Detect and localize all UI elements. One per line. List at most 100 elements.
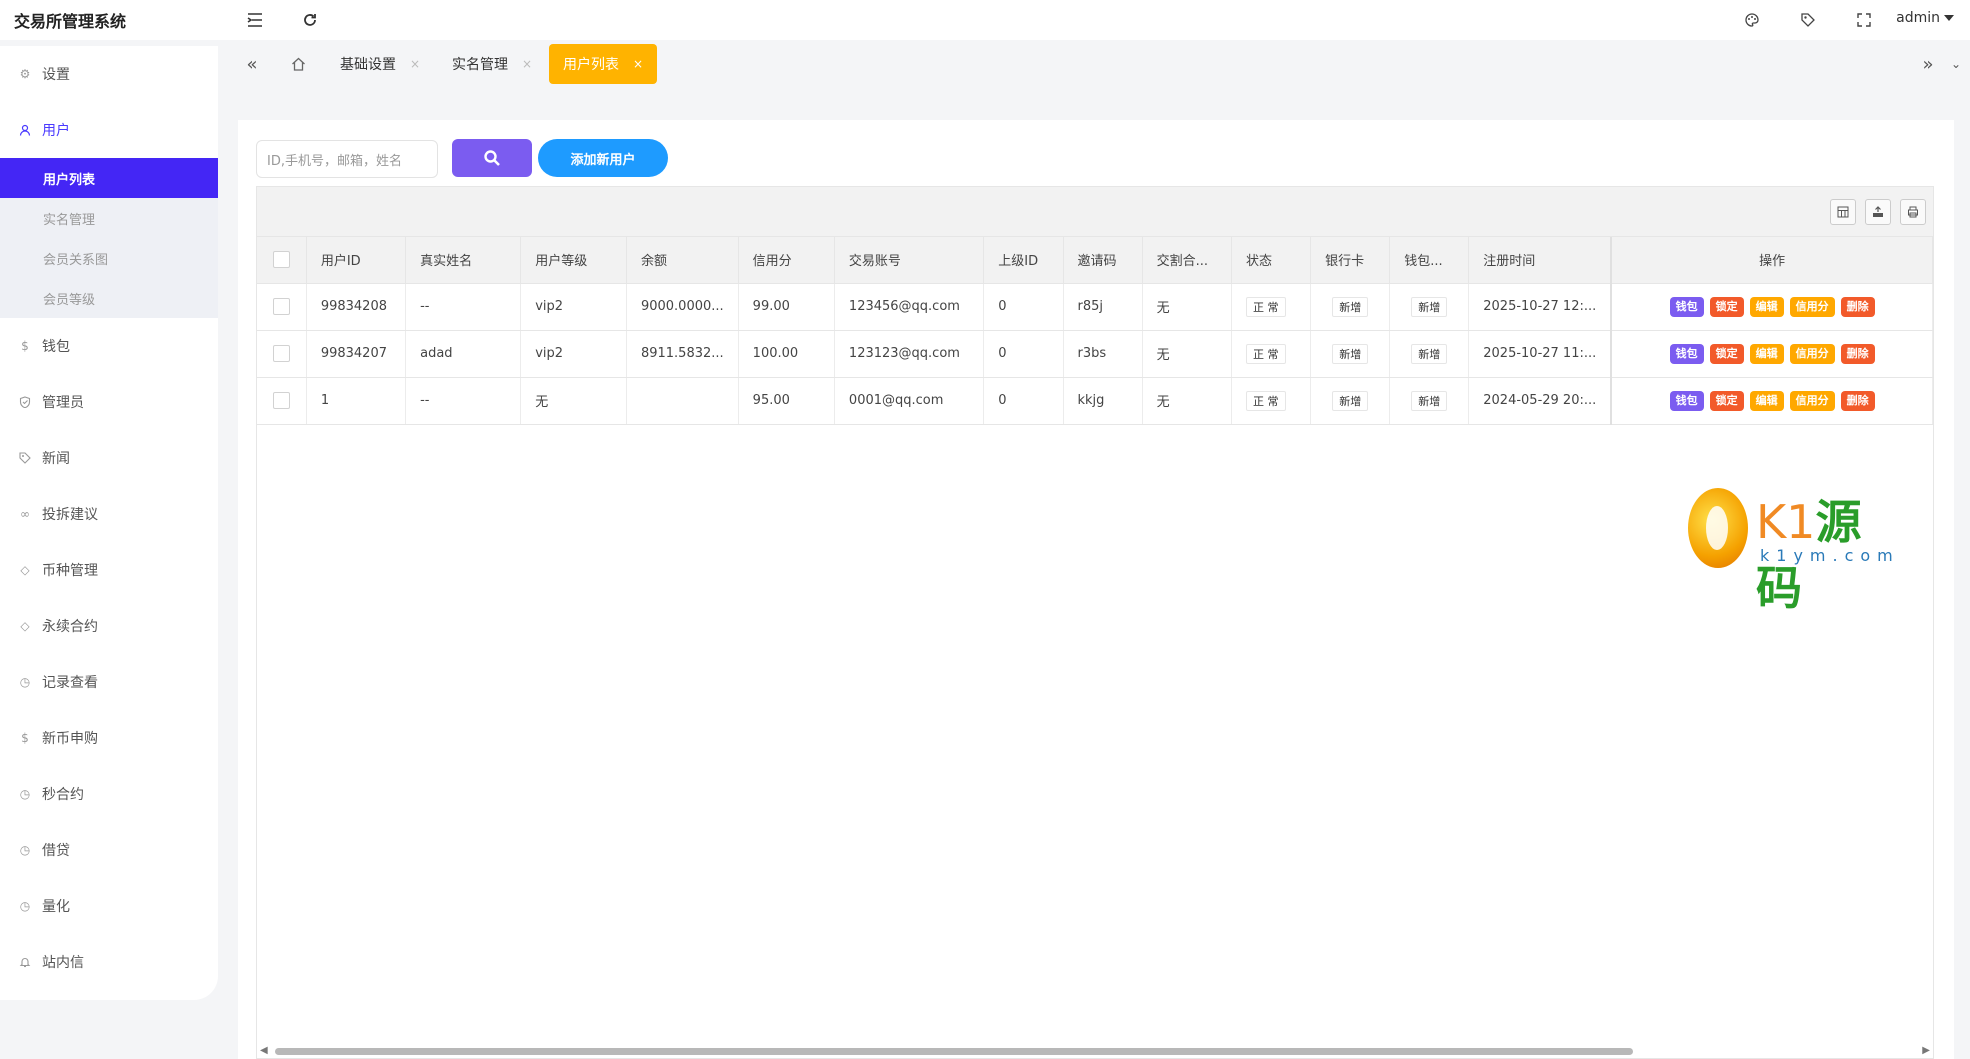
- tab-label: 实名管理: [452, 57, 508, 73]
- column-header[interactable]: 状态: [1231, 237, 1312, 284]
- tab-realname[interactable]: 实名管理 ×: [452, 44, 532, 84]
- dollar-icon: $: [21, 731, 29, 745]
- tab-label: 基础设置: [340, 57, 396, 73]
- close-icon[interactable]: ×: [410, 57, 420, 71]
- wallet-button[interactable]: 钱包: [1669, 343, 1704, 364]
- scrollbar-thumb[interactable]: [275, 1048, 1633, 1055]
- credit-button[interactable]: 信用分: [1789, 343, 1835, 364]
- column-header[interactable]: 真实姓名: [405, 237, 522, 284]
- export-icon[interactable]: [1865, 199, 1891, 225]
- search-button[interactable]: [452, 139, 532, 177]
- column-header[interactable]: 钱包...: [1389, 237, 1470, 284]
- column-header[interactable]: 银行卡: [1310, 237, 1391, 284]
- sidebar-item-messages[interactable]: 站内信: [0, 934, 218, 990]
- sidebar-item-admin[interactable]: 管理员: [0, 374, 218, 430]
- sidebar-item-label: 设置: [42, 67, 70, 83]
- tabs-scroll-right-icon[interactable]: »: [1914, 50, 1942, 78]
- cell-level: vip2: [520, 330, 627, 378]
- cell-invite-code: r3bs: [1063, 330, 1143, 378]
- delete-button[interactable]: 删除: [1840, 390, 1875, 411]
- home-icon[interactable]: [284, 50, 312, 78]
- bank-card-add-button[interactable]: 新增: [1332, 390, 1369, 411]
- submenu-realname[interactable]: 实名管理: [0, 198, 218, 238]
- fullscreen-icon[interactable]: [1852, 8, 1876, 32]
- submenu-user-list[interactable]: 用户列表: [0, 158, 218, 198]
- sidebar-item-suggestions[interactable]: ∞ 投拆建议: [0, 486, 218, 542]
- sidebar-item-quant[interactable]: ◷ 量化: [0, 878, 218, 934]
- column-header[interactable]: 上级ID: [983, 237, 1064, 284]
- close-icon[interactable]: ×: [633, 57, 643, 71]
- dollar-icon: $: [21, 339, 29, 353]
- credit-button[interactable]: 信用分: [1789, 296, 1835, 317]
- sidebar-item-ipo[interactable]: $ 新币申购: [0, 710, 218, 766]
- column-header[interactable]: 交割合...: [1142, 237, 1233, 284]
- sidebar-item-label: 投拆建议: [42, 507, 98, 523]
- delete-button[interactable]: 删除: [1840, 296, 1875, 317]
- row-checkbox[interactable]: [272, 392, 290, 409]
- print-icon[interactable]: [1900, 199, 1926, 225]
- status-badge[interactable]: 正 常: [1246, 296, 1286, 317]
- sidebar-item-coin-manage[interactable]: ◇ 币种管理: [0, 542, 218, 598]
- search-input[interactable]: ID,手机号，邮箱，姓名: [256, 140, 438, 178]
- bank-card-add-button[interactable]: 新增: [1332, 343, 1369, 364]
- status-badge[interactable]: 正 常: [1246, 343, 1286, 364]
- column-header[interactable]: 用户ID: [306, 237, 407, 284]
- sidebar-item-perpetual[interactable]: ◇ 永续合约: [0, 598, 218, 654]
- close-icon[interactable]: ×: [522, 57, 532, 71]
- admin-username: admin: [1896, 10, 1940, 26]
- add-user-button[interactable]: 添加新用户: [538, 139, 668, 177]
- tab-basic-settings[interactable]: 基础设置 ×: [340, 44, 420, 84]
- lock-button[interactable]: 锁定: [1709, 390, 1744, 411]
- submenu-member-relation[interactable]: 会员关系图: [0, 238, 218, 278]
- scroll-left-arrow-icon[interactable]: ◀: [260, 1045, 268, 1056]
- menu-collapse-icon[interactable]: [243, 8, 267, 32]
- edit-button[interactable]: 编辑: [1749, 296, 1784, 317]
- wallet-add-button[interactable]: 新增: [1411, 390, 1448, 411]
- submenu-member-level[interactable]: 会员等级: [0, 278, 218, 318]
- theme-palette-icon[interactable]: [1740, 8, 1764, 32]
- credit-button[interactable]: 信用分: [1789, 390, 1835, 411]
- scroll-right-arrow-icon[interactable]: ▶: [1922, 1045, 1930, 1056]
- shield-icon: [18, 395, 32, 409]
- row-checkbox[interactable]: [272, 345, 290, 362]
- wallet-button[interactable]: 钱包: [1669, 390, 1704, 411]
- sidebar-item-records[interactable]: ◷ 记录查看: [0, 654, 218, 710]
- wallet-button[interactable]: 钱包: [1669, 296, 1704, 317]
- wallet-add-button[interactable]: 新增: [1411, 296, 1448, 317]
- cell-actions: 钱包 锁定 编辑 信用分 删除: [1610, 377, 1933, 425]
- bank-card-add-button[interactable]: 新增: [1332, 296, 1369, 317]
- status-badge[interactable]: 正 常: [1246, 390, 1286, 411]
- delete-button[interactable]: 删除: [1840, 343, 1875, 364]
- edit-button[interactable]: 编辑: [1749, 343, 1784, 364]
- sidebar-item-wallet[interactable]: $ 钱包: [0, 318, 218, 374]
- column-header[interactable]: 交易账号: [834, 237, 985, 284]
- tag-icon[interactable]: [1796, 8, 1820, 32]
- tab-user-list[interactable]: 用户列表 ×: [549, 44, 658, 84]
- lock-button[interactable]: 锁定: [1709, 343, 1744, 364]
- sidebar-item-lending[interactable]: ◷ 借贷: [0, 822, 218, 878]
- horizontal-scrollbar[interactable]: ◀ ▶: [257, 1044, 1933, 1058]
- table-row: 1 -- 无 95.00 0001@qq.com 0 kkjg 无 正 常 新增…: [257, 377, 1933, 425]
- sidebar-item-settings[interactable]: ⚙ 设置: [0, 46, 218, 102]
- sidebar-item-users[interactable]: 用户: [0, 102, 218, 158]
- table-row: 99834208 -- vip2 9000.0000... 99.00 1234…: [257, 283, 1933, 331]
- select-all-checkbox[interactable]: [272, 251, 290, 269]
- row-checkbox[interactable]: [272, 298, 290, 315]
- sidebar-item-second-contract[interactable]: ◷ 秒合约: [0, 766, 218, 822]
- edit-button[interactable]: 编辑: [1749, 390, 1784, 411]
- column-header[interactable]: 信用分: [738, 237, 835, 284]
- column-header[interactable]: 用户等级: [520, 237, 627, 284]
- lock-button[interactable]: 锁定: [1709, 296, 1744, 317]
- wallet-add-button[interactable]: 新增: [1411, 343, 1448, 364]
- column-header[interactable]: 注册时间: [1468, 237, 1612, 284]
- sidebar-item-news[interactable]: 新闻: [0, 430, 218, 486]
- column-header[interactable]: 余额: [626, 237, 739, 284]
- tabs-scroll-left-icon[interactable]: «: [238, 50, 266, 78]
- cell-level: vip2: [520, 283, 627, 331]
- refresh-icon[interactable]: [298, 8, 322, 32]
- columns-filter-icon[interactable]: [1830, 199, 1856, 225]
- admin-user-menu[interactable]: admin: [1896, 10, 1954, 26]
- column-header[interactable]: 邀请码: [1063, 237, 1143, 284]
- column-header: 操作: [1610, 237, 1933, 284]
- tabs-dropdown-icon[interactable]: ⌄: [1942, 50, 1970, 78]
